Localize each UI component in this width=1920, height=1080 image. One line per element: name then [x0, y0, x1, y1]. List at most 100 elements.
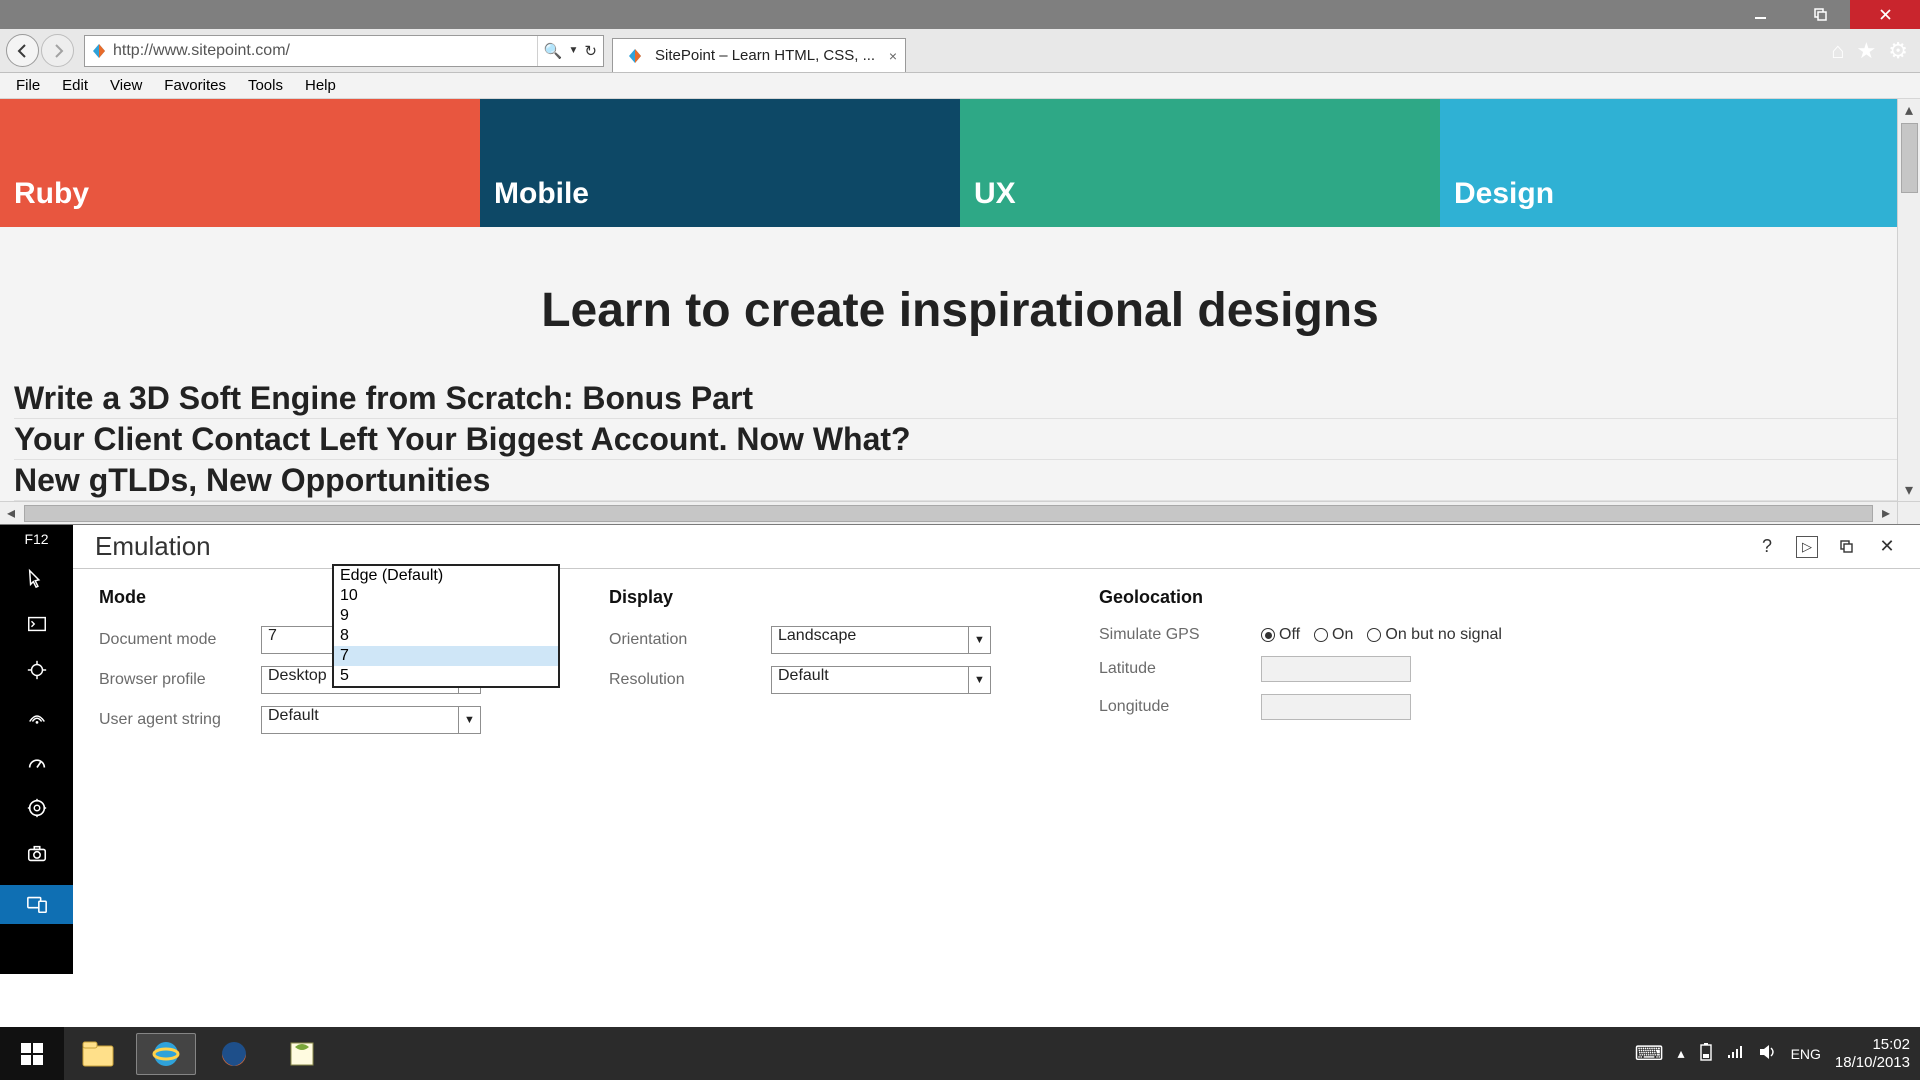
devtools-undock-button[interactable]: ▷ — [1796, 536, 1818, 558]
tab-title: SitePoint – Learn HTML, CSS, ... — [655, 47, 875, 64]
simulate-gps-label: Simulate GPS — [1099, 626, 1249, 644]
network-tool-icon[interactable] — [21, 701, 53, 731]
dropdown-icon[interactable]: ▼ — [569, 45, 579, 56]
close-button[interactable] — [1850, 0, 1920, 29]
vertical-scrollbar[interactable]: ▴ ▾ — [1897, 99, 1920, 501]
battery-icon[interactable] — [1699, 1042, 1713, 1065]
menu-file[interactable]: File — [6, 75, 50, 96]
start-button[interactable] — [0, 1027, 64, 1080]
scroll-right-icon[interactable]: ▸ — [1875, 502, 1897, 524]
menu-help[interactable]: Help — [295, 75, 346, 96]
dom-explorer-tool-icon[interactable] — [21, 563, 53, 593]
browser-tab[interactable]: SitePoint – Learn HTML, CSS, ... × — [612, 38, 906, 72]
taskbar-ie-icon[interactable] — [136, 1033, 196, 1075]
category-design[interactable]: Design — [1440, 99, 1920, 227]
browser-profile-label: Browser profile — [99, 671, 249, 689]
category-ruby[interactable]: Ruby — [0, 99, 480, 227]
taskbar-firefox-icon[interactable] — [204, 1033, 264, 1075]
category-nav: Ruby Mobile UX Design — [0, 99, 1920, 227]
home-icon[interactable]: ⌂ — [1831, 38, 1844, 64]
dropdown-option[interactable]: 9 — [334, 606, 558, 626]
display-heading: Display — [609, 587, 1029, 608]
scroll-thumb[interactable] — [1901, 123, 1918, 193]
category-mobile[interactable]: Mobile — [480, 99, 960, 227]
article-link[interactable]: Your Client Contact Left Your Biggest Ac… — [14, 419, 1906, 460]
category-ux[interactable]: UX — [960, 99, 1440, 227]
dropdown-option[interactable]: 7 — [334, 646, 558, 666]
orientation-select[interactable]: Landscape ▼ — [771, 626, 991, 654]
maximize-button[interactable] — [1790, 0, 1850, 29]
latitude-label: Latitude — [1099, 660, 1249, 678]
f12-label: F12 — [24, 531, 48, 547]
search-icon[interactable]: 🔍 — [544, 42, 563, 60]
devtools-panel: F12 Emulation ? ▷ ✕ Edge (Default) 10 9 — [0, 524, 1920, 974]
dropdown-option[interactable]: 5 — [334, 666, 558, 686]
dropdown-option[interactable]: 10 — [334, 586, 558, 606]
back-button[interactable] — [6, 34, 39, 67]
chevron-down-icon: ▼ — [968, 667, 990, 693]
screenshot-tool-icon[interactable] — [21, 839, 53, 869]
radio-dot-icon — [1261, 628, 1275, 642]
resolution-select[interactable]: Default ▼ — [771, 666, 991, 694]
menu-view[interactable]: View — [100, 75, 152, 96]
radio-on[interactable]: On — [1314, 626, 1353, 644]
radio-label: On — [1332, 626, 1353, 644]
longitude-label: Longitude — [1099, 698, 1249, 716]
article-link[interactable]: Write a 3D Soft Engine from Scratch: Bon… — [14, 378, 1906, 419]
url-input[interactable] — [113, 36, 537, 66]
chevron-down-icon: ▼ — [458, 707, 480, 733]
category-label: UX — [974, 177, 1016, 211]
resolution-label: Resolution — [609, 671, 759, 689]
dropdown-option[interactable]: Edge (Default) — [334, 566, 558, 586]
devtools-restore-button[interactable] — [1836, 536, 1858, 558]
scroll-up-icon[interactable]: ▴ — [1898, 99, 1920, 121]
menu-edit[interactable]: Edit — [52, 75, 98, 96]
system-tray: ⌨ ▴ ENG 15:02 18/10/2013 — [1625, 1036, 1920, 1072]
horizontal-scrollbar[interactable]: ◂ ▸ — [0, 501, 1897, 524]
latitude-input[interactable] — [1261, 656, 1411, 682]
scroll-thumb[interactable] — [24, 505, 1873, 522]
taskbar-explorer-icon[interactable] — [68, 1033, 128, 1075]
debugger-tool-icon[interactable] — [21, 655, 53, 685]
user-agent-label: User agent string — [99, 711, 249, 729]
menu-tools[interactable]: Tools — [238, 75, 293, 96]
refresh-icon[interactable]: ↻ — [584, 42, 597, 60]
toolbar-right: ⌂ ★ ⚙ — [1831, 38, 1920, 64]
document-mode-dropdown[interactable]: Edge (Default) 10 9 8 7 5 — [332, 564, 560, 688]
keyboard-icon[interactable]: ⌨ — [1635, 1041, 1664, 1066]
forward-button[interactable] — [41, 34, 74, 67]
radio-label: On but no signal — [1385, 626, 1502, 644]
scroll-left-icon[interactable]: ◂ — [0, 502, 22, 524]
article-link[interactable]: New gTLDs, New Opportunities — [14, 460, 1906, 501]
favorites-icon[interactable]: ★ — [1857, 38, 1877, 64]
volume-icon[interactable] — [1759, 1044, 1777, 1063]
orientation-label: Orientation — [609, 631, 759, 649]
devtools-sidebar: F12 — [0, 525, 73, 974]
tray-expand-icon[interactable]: ▴ — [1678, 1045, 1685, 1062]
memory-tool-icon[interactable] — [21, 793, 53, 823]
radio-on-no-signal[interactable]: On but no signal — [1367, 626, 1502, 644]
menu-favorites[interactable]: Favorites — [154, 75, 236, 96]
clock-time: 15:02 — [1835, 1036, 1910, 1054]
radio-off[interactable]: Off — [1261, 626, 1300, 644]
tab-close-icon[interactable]: × — [889, 48, 897, 64]
page-viewport: Ruby Mobile UX Design Learn to create in… — [0, 99, 1920, 524]
emulation-tool-icon[interactable] — [0, 885, 73, 924]
user-agent-select[interactable]: Default ▼ — [261, 706, 481, 734]
menu-bar: File Edit View Favorites Tools Help — [0, 73, 1920, 99]
taskbar-clock[interactable]: 15:02 18/10/2013 — [1835, 1036, 1910, 1072]
devtools-help-button[interactable]: ? — [1756, 536, 1778, 558]
language-indicator[interactable]: ENG — [1791, 1046, 1821, 1062]
console-tool-icon[interactable] — [21, 609, 53, 639]
longitude-input[interactable] — [1261, 694, 1411, 720]
article-list: Write a 3D Soft Engine from Scratch: Bon… — [0, 378, 1920, 501]
tools-icon[interactable]: ⚙ — [1888, 38, 1908, 64]
performance-tool-icon[interactable] — [21, 747, 53, 777]
network-icon[interactable] — [1727, 1045, 1745, 1062]
devtools-close-button[interactable]: ✕ — [1876, 536, 1898, 558]
address-bar[interactable]: 🔍 ▼ ↻ — [84, 35, 604, 67]
minimize-button[interactable] — [1730, 0, 1790, 29]
taskbar-notepadpp-icon[interactable] — [272, 1033, 332, 1075]
dropdown-option[interactable]: 8 — [334, 626, 558, 646]
scroll-down-icon[interactable]: ▾ — [1898, 479, 1920, 501]
